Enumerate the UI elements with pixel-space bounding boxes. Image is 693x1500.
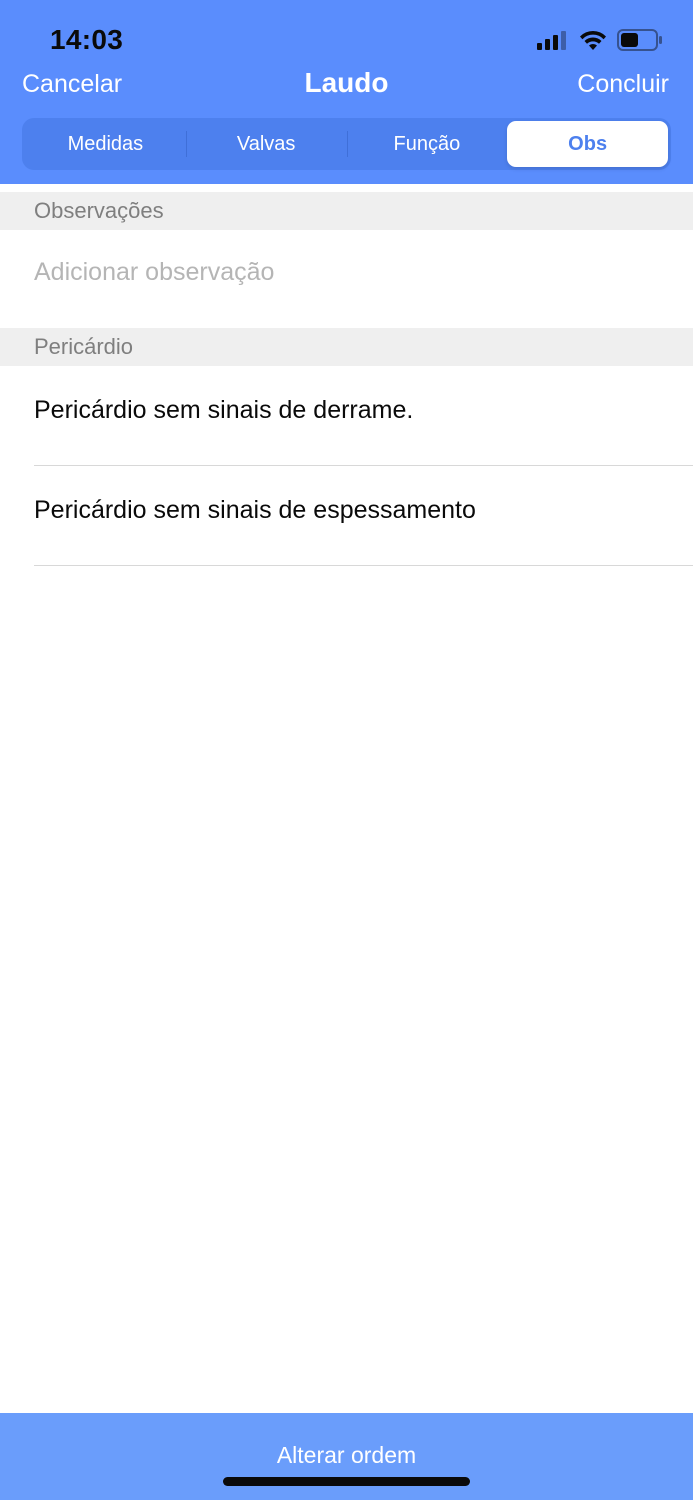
segmented-control: Medidas Valvas Função Obs [22, 118, 671, 170]
status-time: 14:03 [50, 24, 124, 55]
section-header-pericardio: Pericárdio [0, 328, 693, 366]
signal-icon [537, 30, 569, 55]
change-order-button[interactable]: Alterar ordem [0, 1442, 693, 1469]
list-item-label: Pericárdio sem sinais de derrame. [34, 396, 414, 424]
tab-valvas[interactable]: Valvas [185, 121, 347, 167]
home-indicator [223, 1477, 470, 1486]
battery-icon [617, 28, 663, 56]
status-icons [537, 28, 663, 56]
list-item[interactable]: Pericárdio sem sinais de derrame. [34, 366, 693, 466]
done-button[interactable]: Concluir [577, 70, 669, 99]
add-observation-row[interactable]: Adicionar observação [0, 230, 693, 326]
list-item[interactable]: Pericárdio sem sinais de espessamento [34, 466, 693, 566]
bottom-toolbar: Alterar ordem [0, 1413, 693, 1500]
tab-obs[interactable]: Obs [507, 121, 668, 167]
section-header-observacoes: Observações [0, 192, 693, 230]
navigation-header: 14:03 Cancelar Laudo Concluir Medidas Va… [0, 0, 693, 184]
wifi-icon [579, 29, 607, 56]
tab-funcao[interactable]: Função [346, 121, 508, 167]
list-item-label: Pericárdio sem sinais de espessamento [34, 496, 476, 524]
tab-medidas[interactable]: Medidas [25, 121, 186, 167]
add-observation-placeholder: Adicionar observação [34, 258, 275, 286]
